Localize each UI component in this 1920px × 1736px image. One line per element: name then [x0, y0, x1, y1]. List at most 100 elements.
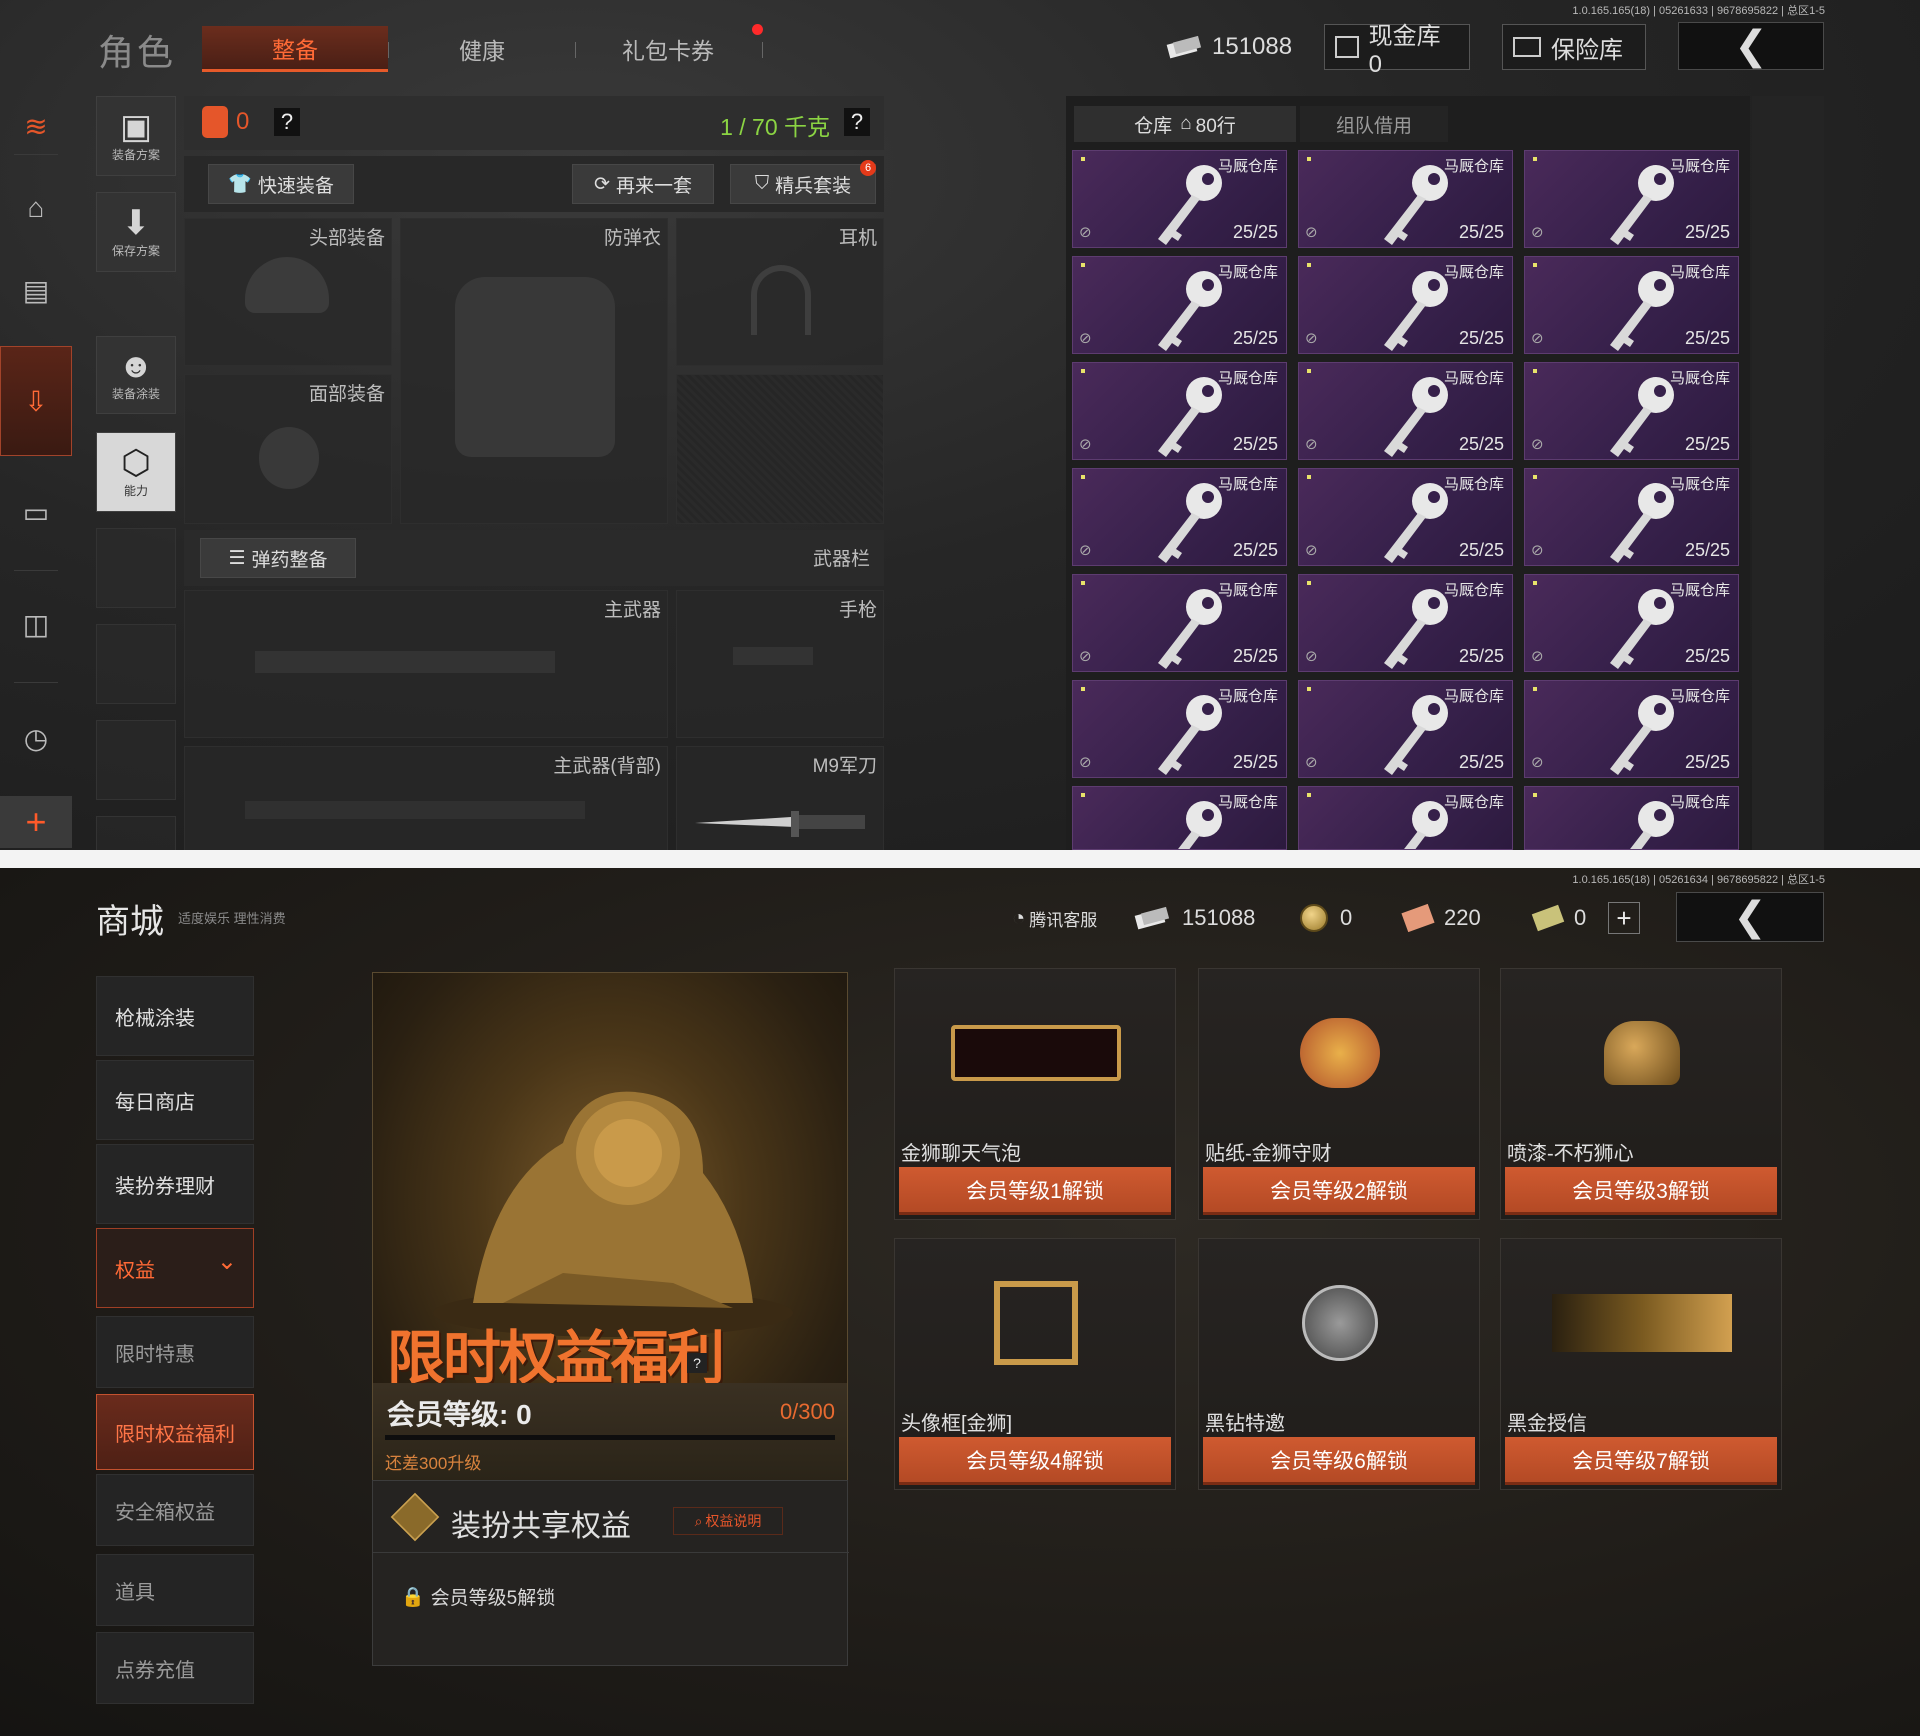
unlock-button[interactable]: 会员等级7解锁: [1505, 1437, 1777, 1485]
customer-service-button[interactable]: ◔ 腾讯客服: [1012, 898, 1097, 938]
reward-card[interactable]: 头像框[金狮] 会员等级4解锁: [894, 1238, 1176, 1490]
unbound-icon: ⊘: [1531, 754, 1544, 771]
shared-rights-header: 装扮共享权益 ⌕ 权益说明: [373, 1481, 849, 1553]
reward-card[interactable]: 黑钻特邀 会员等级6解锁: [1198, 1238, 1480, 1490]
shop-menu-item[interactable]: 每日商店: [96, 1060, 254, 1140]
promo-help-button[interactable]: ?: [687, 1353, 707, 1373]
elite-set-label: 精兵套装: [775, 175, 852, 197]
storage-item-key[interactable]: 马厩仓库 25/25 ⊘: [1072, 362, 1287, 460]
shop-menu-item[interactable]: 道具: [96, 1554, 254, 1626]
lockbox-icon[interactable]: ▤: [0, 262, 72, 318]
shop-menu-item[interactable]: 权益 ⌄: [96, 1228, 254, 1308]
storage-item-key[interactable]: 马厩仓库 25/25 ⊘: [1298, 468, 1513, 566]
vest-icon: ▣: [119, 107, 153, 146]
unbound-icon: ⊘: [1305, 436, 1318, 453]
tab-health[interactable]: 健康: [400, 26, 564, 72]
storage-item-key[interactable]: 马厩仓库 25/25 ⊘: [1524, 256, 1739, 354]
clock-icon[interactable]: ◷: [0, 710, 72, 766]
unlock-button[interactable]: 会员等级2解锁: [1203, 1167, 1475, 1215]
storage-sidebar: [1752, 96, 1824, 850]
divider: [14, 154, 58, 155]
home-icon[interactable]: ⌂: [0, 180, 72, 236]
unlock-button[interactable]: 会员等级6解锁: [1203, 1437, 1475, 1485]
shop-menu-item[interactable]: 限时特惠: [96, 1316, 254, 1388]
add-button[interactable]: +: [0, 796, 72, 848]
storage-item-key[interactable]: 马厩仓库 25/25 ⊘: [1072, 256, 1287, 354]
shop-menu-label: 道具: [115, 1581, 155, 1604]
safe-button[interactable]: 保险库: [1502, 24, 1646, 70]
cash-vault-button[interactable]: 现金库 0: [1324, 23, 1470, 78]
sort-icon[interactable]: ≋: [0, 100, 72, 152]
storage-item-key[interactable]: 马厩仓库 25/25 ⊘: [1298, 680, 1513, 778]
ability-button[interactable]: ⬡ 能力: [96, 432, 176, 512]
reward-card[interactable]: 金狮聊天气泡 会员等级1解锁: [894, 968, 1176, 1220]
storage-item-key[interactable]: 马厩仓库 25/25 ⊘: [1298, 256, 1513, 354]
tab-prepare[interactable]: 整备: [202, 26, 388, 72]
storage-item-key[interactable]: 马厩仓库: [1298, 786, 1513, 850]
cash-icon[interactable]: ▭: [0, 484, 72, 540]
storage-item-key[interactable]: 马厩仓库 25/25 ⊘: [1524, 362, 1739, 460]
unlock-button[interactable]: 会员等级1解锁: [899, 1167, 1171, 1215]
knife-slot[interactable]: M9军刀: [676, 746, 884, 850]
reward-card[interactable]: 贴纸-金狮守财 会员等级2解锁: [1198, 968, 1480, 1220]
storage-item-key[interactable]: 马厩仓库 25/25 ⊘: [1072, 150, 1287, 248]
back-button[interactable]: ❮: [1676, 892, 1824, 942]
tab-gift-cards[interactable]: 礼包卡券: [586, 26, 750, 72]
storage-item-key[interactable]: 马厩仓库: [1072, 786, 1287, 850]
storage-item-key[interactable]: 马厩仓库 25/25 ⊘: [1524, 574, 1739, 672]
shirt-icon: 👕: [228, 174, 252, 195]
storage-item-key[interactable]: 马厩仓库 25/25 ⊘: [1072, 468, 1287, 566]
storage-item-key[interactable]: 马厩仓库 25/25 ⊘: [1072, 574, 1287, 672]
reward-card[interactable]: 喷漆-不朽狮心 会员等级3解锁: [1500, 968, 1782, 1220]
face-slot-label: 面部装备: [308, 384, 385, 405]
shop-menu-item[interactable]: 安全箱权益: [96, 1474, 254, 1546]
again-button[interactable]: ⟳ 再来一套: [572, 164, 714, 204]
weight-label: 1 / 70 千克: [720, 114, 830, 140]
head-slot[interactable]: 头部装备: [184, 218, 392, 366]
tab-team-borrow[interactable]: 组队借用: [1300, 106, 1448, 142]
rights-explain-button[interactable]: ⌕ 权益说明: [673, 1507, 783, 1535]
storage-item-key[interactable]: 马厩仓库 25/25 ⊘: [1524, 680, 1739, 778]
storage-item-key[interactable]: 马厩仓库 25/25 ⊘: [1072, 680, 1287, 778]
loadout-plan-button[interactable]: ▣ 装备方案: [96, 96, 176, 176]
primary-back-slot[interactable]: 主武器(背部): [184, 746, 668, 850]
primary-weapon-slot[interactable]: 主武器: [184, 590, 668, 738]
storage-item-key[interactable]: 马厩仓库 25/25 ⊘: [1524, 468, 1739, 566]
storage-item-key[interactable]: 马厩仓库: [1524, 786, 1739, 850]
headset-slot[interactable]: 耳机: [676, 218, 884, 366]
back-button[interactable]: ❮: [1678, 22, 1824, 70]
storage-item-key[interactable]: 马厩仓库 25/25 ⊘: [1298, 362, 1513, 460]
shop-menu-item[interactable]: 枪械涂装: [96, 976, 254, 1056]
reward-name: 黑钻特邀: [1205, 1413, 1285, 1435]
vest-icon: [455, 277, 615, 457]
reward-name: 喷漆-不朽狮心: [1507, 1143, 1634, 1165]
recharge-button[interactable]: +: [1608, 902, 1640, 934]
cash-icon: [1166, 35, 1202, 59]
storage-item-key[interactable]: 马厩仓库 25/25 ⊘: [1298, 574, 1513, 672]
shop-menu-item[interactable]: 装扮券理财: [96, 1144, 254, 1224]
pistol-slot[interactable]: 手枪: [676, 590, 884, 738]
unlock-button[interactable]: 会员等级4解锁: [899, 1437, 1171, 1485]
reward-card[interactable]: 黑金授信 会员等级7解锁: [1500, 1238, 1782, 1490]
empty-slot: [96, 528, 176, 608]
save-plan-button[interactable]: ⬇ 保存方案: [96, 192, 176, 272]
face-slot[interactable]: 面部装备: [184, 374, 392, 524]
storage-item-key[interactable]: 马厩仓库 25/25 ⊘: [1524, 150, 1739, 248]
rarity-dot: [1081, 263, 1085, 267]
storage-item-key[interactable]: 马厩仓库 25/25 ⊘: [1298, 150, 1513, 248]
shop-menu-item[interactable]: 点券充值: [96, 1632, 254, 1704]
transfer-icon[interactable]: ⇩: [0, 346, 72, 456]
unlock-button[interactable]: 会员等级3解锁: [1505, 1167, 1777, 1215]
ammo-prepare-button[interactable]: ☰ 弹药整备: [200, 538, 356, 578]
equipment-skin-button[interactable]: ☻ 装备涂装: [96, 336, 176, 414]
tab-separator: [762, 42, 763, 58]
elite-set-button[interactable]: ⛉ 精兵套装: [730, 164, 876, 204]
vest-slot[interactable]: 防弹衣: [400, 218, 668, 524]
box-icon[interactable]: ◫: [0, 596, 72, 652]
help-button[interactable]: ?: [274, 108, 300, 136]
weight-help-button[interactable]: ?: [844, 108, 870, 136]
shop-menu-item[interactable]: 限时权益福利: [96, 1394, 254, 1470]
tab-warehouse[interactable]: 仓库 ⌂ 80行: [1074, 106, 1296, 142]
shop-menu-label: 权益: [115, 1259, 155, 1282]
quick-equip-button[interactable]: 👕 快速装备: [208, 164, 354, 204]
